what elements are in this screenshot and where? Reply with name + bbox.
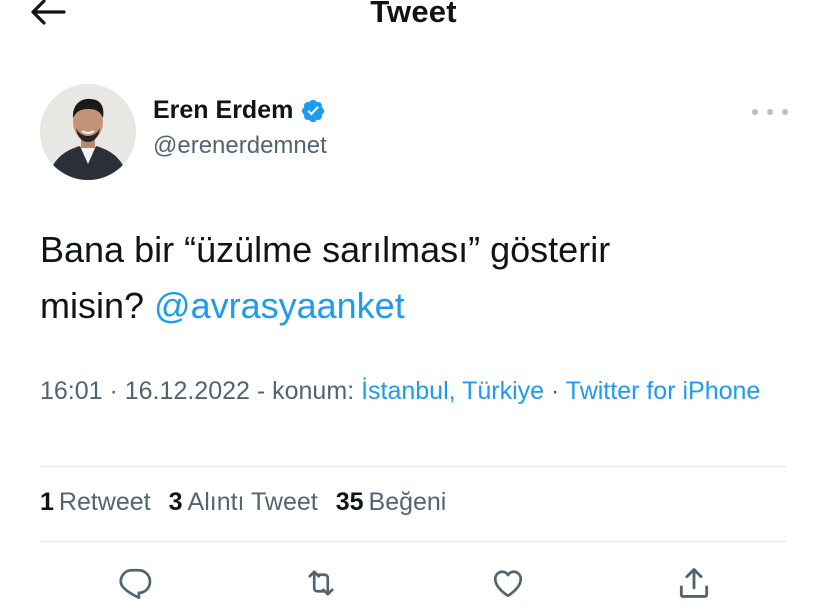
like-button[interactable] [486,563,530,603]
avatar-portrait [40,84,136,180]
tweet-detail-page: Tweet Eren Erdem @erenerdemnet Bana bir … [0,0,827,613]
verified-badge-icon [302,99,325,122]
divider [40,466,787,467]
tweet-text-line2: misin? @avrasyaanket [40,285,405,326]
author-handle[interactable]: @erenerdemnet [153,132,327,160]
reply-icon [119,568,152,600]
tweet-date[interactable]: 16.12.2022 [125,377,250,405]
more-options-button[interactable] [752,104,788,120]
quote-count-link[interactable]: 3 Alıntı Tweet [169,488,318,517]
tweet-stats: 1 Retweet 3 Alıntı Tweet 35 Beğeni [40,488,446,517]
author-name-row[interactable]: Eren Erdem [153,96,326,125]
share-button[interactable] [672,563,716,603]
share-icon [679,568,709,598]
author-name[interactable]: Eren Erdem [153,96,293,125]
tweet-time[interactable]: 16:01 [40,377,103,405]
avatar[interactable] [40,84,136,180]
retweet-count-link[interactable]: 1 Retweet [40,488,151,517]
like-heart-icon [493,570,523,598]
tweet-text-line1: Bana bir “üzülme sarılması” gösterir [40,229,611,270]
retweet-button[interactable] [299,563,343,603]
retweet-icon [308,570,334,596]
location-link[interactable]: İstanbul, Türkiye [361,377,544,405]
page-title: Tweet [370,0,457,29]
divider [40,541,787,542]
like-count-link[interactable]: 35 Beğeni [336,488,447,517]
tweet-text: Bana bir “üzülme sarılması” gösterir mis… [40,222,800,334]
tweet-meta: 16:01 · 16.12.2022 - konum: İstanbul, Tü… [40,377,761,405]
source-link[interactable]: Twitter for iPhone [566,377,761,405]
more-dots-icon [752,109,758,115]
reply-button[interactable] [113,563,157,603]
mention-link[interactable]: @avrasyaanket [154,285,405,326]
